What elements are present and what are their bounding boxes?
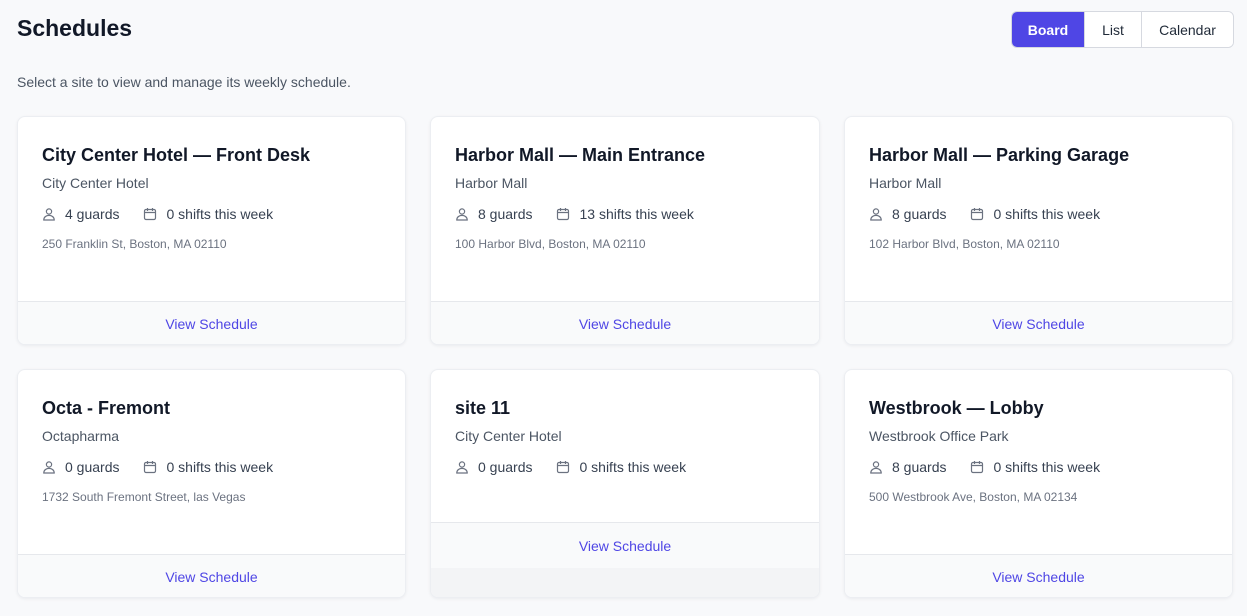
calendar-icon — [557, 461, 570, 474]
guard-count-label: 4 guards — [65, 206, 120, 222]
calendar-icon — [557, 208, 570, 221]
site-card: Harbor Mall — Parking Garage Harbor Mall… — [844, 116, 1233, 345]
guard-count-label: 8 guards — [892, 459, 947, 475]
view-schedule-button[interactable]: View Schedule — [165, 316, 257, 332]
guard-count-label: 0 guards — [65, 459, 120, 475]
page-subtitle: Select a site to view and manage its wee… — [17, 74, 351, 90]
shift-count-label: 0 shifts this week — [166, 206, 274, 222]
guard-count-label: 0 guards — [478, 459, 533, 475]
site-organization: Harbor Mall — [455, 175, 528, 191]
user-icon — [43, 208, 55, 221]
site-organization: City Center Hotel — [455, 428, 562, 444]
site-name: Westbrook — Lobby — [869, 398, 1044, 418]
site-address: 102 Harbor Blvd, Boston, MA 02110 — [869, 237, 1060, 251]
calendar-icon — [971, 461, 984, 474]
guard-count: 8 guards — [869, 206, 946, 222]
site-address: 500 Westbrook Ave, Boston, MA 02134 — [869, 490, 1078, 504]
site-name: Octa - Fremont — [42, 398, 171, 418]
site-name: Harbor Mall — Parking Garage — [869, 145, 1130, 165]
site-organization: Octapharma — [42, 428, 120, 444]
site-name: Harbor Mall — Main Entrance — [455, 145, 706, 165]
calendar-icon — [971, 208, 984, 221]
view-calendar-button[interactable]: Calendar — [1141, 12, 1233, 47]
shift-count: 0 shifts this week — [143, 206, 273, 222]
guard-count-label: 8 guards — [892, 206, 947, 222]
shift-count-label: 0 shifts this week — [579, 459, 687, 475]
shift-count-label: 13 shifts this week — [579, 206, 694, 222]
view-schedule-button[interactable]: View Schedule — [579, 316, 671, 332]
shift-count: 0 shifts this week — [556, 459, 686, 475]
user-icon — [456, 208, 468, 221]
site-card: site 11 City Center Hotel 0 guards 0 shi… — [430, 369, 820, 598]
site-name: City Center Hotel — Front Desk — [42, 145, 311, 165]
shift-count: 13 shifts this week — [556, 206, 694, 222]
view-list-button[interactable]: List — [1084, 12, 1141, 47]
card-footer-filler — [431, 568, 819, 597]
view-board-button[interactable]: Board — [1012, 12, 1084, 47]
site-address: 1732 South Fremont Street, las Vegas — [42, 490, 246, 504]
shift-count-label: 0 shifts this week — [993, 459, 1101, 475]
site-name: site 11 — [455, 398, 511, 418]
guard-count-label: 8 guards — [478, 206, 533, 222]
user-icon — [43, 461, 55, 474]
site-card: Harbor Mall — Main Entrance Harbor Mall … — [430, 116, 820, 345]
shift-count: 0 shifts this week — [970, 459, 1100, 475]
user-icon — [456, 461, 468, 474]
view-schedule-button[interactable]: View Schedule — [579, 538, 671, 554]
view-schedule-button[interactable]: View Schedule — [992, 569, 1084, 585]
site-organization: Harbor Mall — [869, 175, 942, 191]
guard-count: 0 guards — [42, 459, 119, 475]
site-organization: City Center Hotel — [42, 175, 149, 191]
user-icon — [870, 208, 882, 221]
guard-count: 8 guards — [455, 206, 532, 222]
site-card: Octa - Fremont Octapharma 0 guards 0 shi… — [17, 369, 406, 598]
user-icon — [870, 461, 882, 474]
view-schedule-button[interactable]: View Schedule — [165, 569, 257, 585]
guard-count: 4 guards — [42, 206, 119, 222]
calendar-icon — [144, 208, 157, 221]
view-schedule-button[interactable]: View Schedule — [992, 316, 1084, 332]
calendar-icon — [144, 461, 157, 474]
site-card-grid: City Center Hotel — Front Desk City Cent… — [17, 116, 1233, 598]
page-title: Schedules — [17, 15, 133, 41]
site-address: 250 Franklin St, Boston, MA 02110 — [42, 237, 227, 251]
shift-count: 0 shifts this week — [970, 206, 1100, 222]
site-address: 100 Harbor Blvd, Boston, MA 02110 — [455, 237, 646, 251]
site-card: Westbrook — Lobby Westbrook Office Park … — [844, 369, 1233, 598]
site-card: City Center Hotel — Front Desk City Cent… — [17, 116, 406, 345]
shift-count-label: 0 shifts this week — [166, 459, 274, 475]
site-organization: Westbrook Office Park — [869, 428, 1009, 444]
guard-count: 8 guards — [869, 459, 946, 475]
shift-count: 0 shifts this week — [143, 459, 273, 475]
shift-count-label: 0 shifts this week — [993, 206, 1101, 222]
view-toggle: Board List Calendar — [1011, 11, 1234, 48]
guard-count: 0 guards — [455, 459, 532, 475]
